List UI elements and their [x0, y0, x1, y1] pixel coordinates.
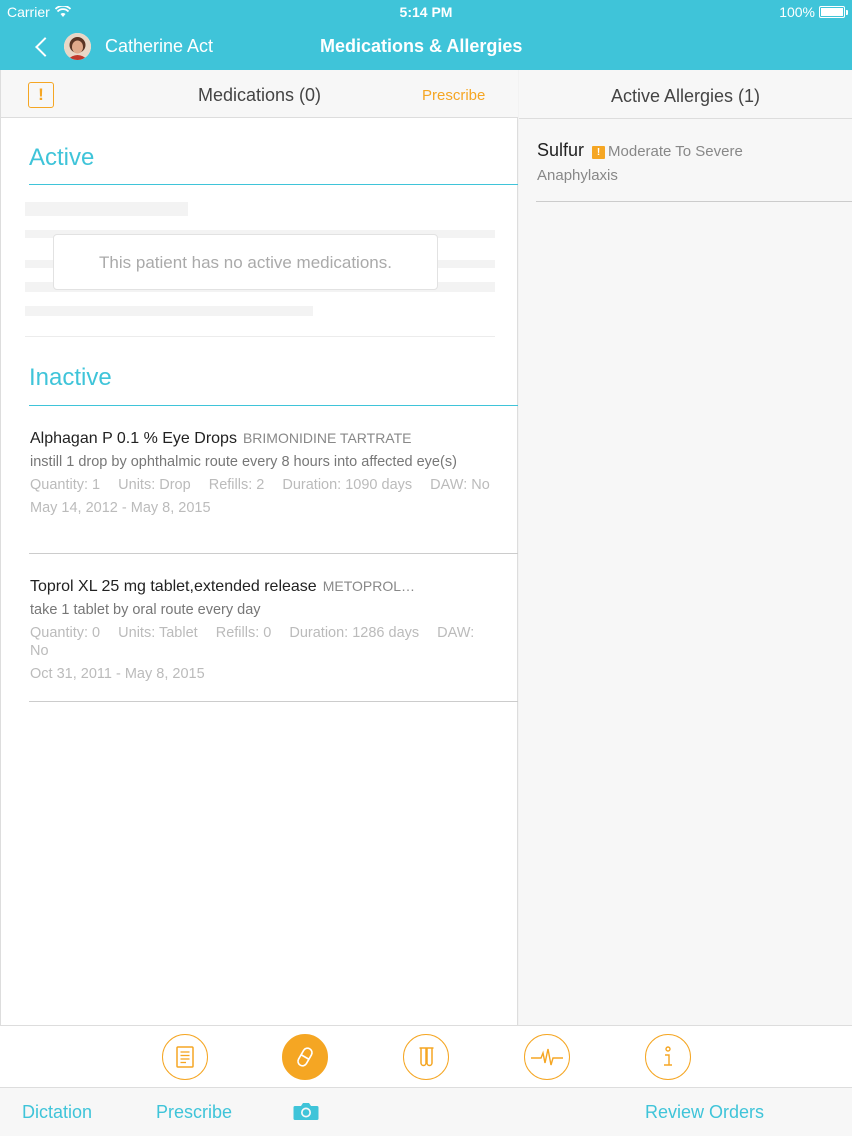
medication-dates: Oct 31, 2011 - May 8, 2015 [30, 666, 205, 682]
divider [29, 701, 518, 702]
medication-quantity: Quantity: 1 [30, 477, 101, 493]
pill-icon [297, 1047, 313, 1067]
medications-button[interactable] [282, 1034, 328, 1080]
medication-daw: DAW: No [430, 477, 490, 493]
severity-warning-icon: ! [592, 146, 606, 159]
divider [29, 184, 518, 185]
divider [536, 201, 852, 202]
medication-refills: Refills: 0 [215, 625, 272, 641]
prescribe-button[interactable]: Prescribe [422, 87, 485, 104]
divider [25, 336, 495, 337]
empty-state-message: This patient has no active medications. [53, 234, 438, 290]
medication-details: Quantity: 0 Units: Tablet Refills: 0 Dur… [30, 624, 505, 660]
medications-header: ! Medications (0) Prescribe [1, 70, 518, 118]
medication-refills: Refills: 2 [208, 477, 265, 493]
patient-name[interactable]: Catherine Act [105, 36, 213, 57]
medication-units: Units: Tablet [118, 625, 198, 641]
medication-title-line: Alphagan P 0.1 % Eye Drops BRIMONIDINE TA… [30, 430, 505, 448]
active-section-title: Active [29, 144, 95, 171]
prescribe-tab-button[interactable]: Prescribe [156, 1102, 232, 1123]
medication-sig: instill 1 drop by ophthalmic route every… [30, 454, 457, 470]
nav-bar: Catherine Act Medications & Allergies [0, 22, 852, 70]
medication-duration: Duration: 1286 days [289, 625, 420, 641]
battery-icon [819, 6, 848, 18]
vitals-button[interactable] [524, 1034, 570, 1080]
medication-generic: BRIMONIDINE TARTRATE [242, 430, 412, 446]
chevron-left-icon [35, 37, 55, 57]
medication-item[interactable]: Toprol XL 25 mg tablet,extended release M… [30, 578, 505, 682]
header-bar: Carrier 5:14 PM 100% Catherine Act Medic… [0, 0, 852, 70]
carrier-label: Carrier [7, 4, 50, 20]
medication-name: Toprol XL 25 mg tablet,extended release [30, 578, 317, 595]
document-icon [176, 1046, 194, 1068]
bottom-tab-bar: Dictation Prescribe Review Orders [0, 1087, 852, 1136]
dictation-button[interactable]: Dictation [22, 1102, 92, 1123]
allergies-header: Active Allergies (1) [519, 70, 852, 119]
battery-label: 100% [779, 4, 815, 20]
wifi-icon [54, 6, 71, 17]
clock: 5:14 PM [399, 4, 453, 20]
medication-name: Alphagan P 0.1 % Eye Drops [30, 430, 237, 447]
avatar[interactable] [64, 33, 91, 60]
allergy-reaction: Anaphylaxis [537, 167, 618, 184]
medication-details: Quantity: 1 Units: Drop Refills: 2 Durat… [30, 476, 505, 494]
divider [29, 405, 518, 406]
medication-sig: take 1 tablet by oral route every day [30, 602, 261, 618]
labs-button[interactable] [403, 1034, 449, 1080]
patient-photo [64, 33, 91, 60]
medication-generic: METOPROL… [322, 578, 416, 594]
medications-panel: ! Medications (0) Prescribe Active This … [0, 70, 518, 1025]
battery-indicator: 100% [779, 4, 848, 20]
medication-quantity: Quantity: 0 [30, 625, 101, 641]
info-icon [664, 1046, 672, 1066]
allergy-name: Sulfur [537, 140, 585, 160]
review-orders-button[interactable]: Review Orders [645, 1102, 764, 1123]
medication-duration: Duration: 1090 days [282, 477, 413, 493]
info-button[interactable] [645, 1034, 691, 1080]
medication-item[interactable]: Alphagan P 0.1 % Eye Drops BRIMONIDINE TA… [30, 430, 505, 516]
inactive-section-title: Inactive [29, 364, 112, 391]
medication-title-line: Toprol XL 25 mg tablet,extended release M… [30, 578, 505, 596]
page-title: Medications & Allergies [320, 36, 523, 56]
medication-units: Units: Drop [118, 477, 191, 493]
test-tubes-icon [419, 1047, 434, 1067]
carrier-indicator: Carrier [7, 4, 71, 20]
skeleton-row [25, 306, 313, 316]
allergies-title: Active Allergies (1) [610, 86, 761, 106]
allergy-severity: Moderate To Severe [608, 143, 743, 160]
status-bar: Carrier 5:14 PM 100% [0, 0, 852, 22]
notes-button[interactable] [162, 1034, 208, 1080]
bottom-toolbar [0, 1025, 852, 1087]
divider [29, 553, 518, 554]
allergies-panel: Active Allergies (1) Sulfur! Moderate To … [519, 70, 852, 1025]
heartbeat-icon [531, 1048, 563, 1066]
medication-dates: May 14, 2012 - May 8, 2015 [30, 500, 211, 516]
camera-icon[interactable] [293, 1101, 319, 1121]
skeleton-row [25, 202, 188, 216]
allergy-item[interactable]: Sulfur! Moderate To Severe Anaphylaxis [537, 140, 837, 184]
